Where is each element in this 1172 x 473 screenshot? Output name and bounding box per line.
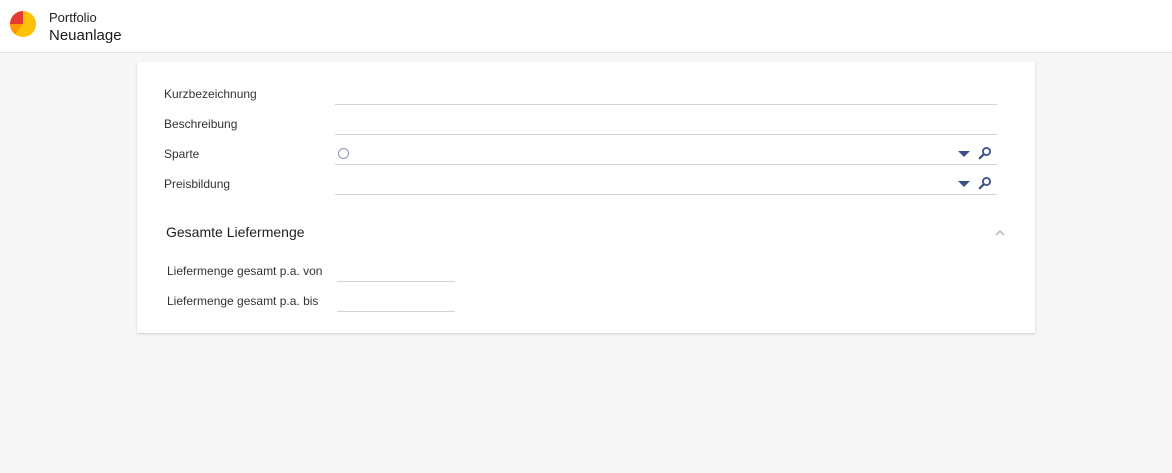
beschreibung-underline (335, 134, 997, 135)
field-label-sparte: Sparte (164, 147, 200, 161)
app-title: Portfolio (49, 10, 97, 25)
chevron-up-icon[interactable] (994, 228, 1006, 238)
sparte-dropdown-icon[interactable] (957, 148, 971, 160)
preisbildung-input[interactable] (335, 173, 935, 193)
preisbildung-search-icon[interactable] (978, 176, 992, 190)
sparte-search-icon[interactable] (978, 146, 992, 160)
liefermenge-von-input[interactable] (337, 260, 453, 280)
liefermenge-von-underline (337, 281, 455, 282)
field-label-beschreibung: Beschreibung (164, 117, 238, 131)
liefermenge-bis-input[interactable] (337, 290, 453, 310)
form-card: Kurzbezeichnung Beschreibung Sparte Prei… (137, 62, 1035, 333)
field-label-kurzbezeichnung: Kurzbezeichnung (164, 87, 257, 101)
beschreibung-input[interactable] (335, 113, 995, 133)
field-label-liefermenge-bis: Liefermenge gesamt p.a. bis (167, 294, 319, 308)
sparte-input[interactable] (353, 143, 953, 163)
preisbildung-underline (335, 194, 997, 195)
field-label-preisbildung: Preisbildung (164, 177, 231, 191)
sparte-radio-icon[interactable] (338, 148, 349, 159)
kurzbezeichnung-underline (335, 104, 997, 105)
field-label-liefermenge-von: Liefermenge gesamt p.a. von (167, 264, 323, 278)
sparte-underline (335, 164, 997, 165)
pie-chart-icon (10, 11, 36, 37)
section-title-liefermenge: Gesamte Liefermenge (166, 224, 305, 240)
liefermenge-bis-underline (337, 311, 455, 312)
page-title: Neuanlage (49, 27, 122, 44)
app-header: Portfolio Neuanlage (0, 0, 1172, 53)
preisbildung-dropdown-icon[interactable] (957, 178, 971, 190)
kurzbezeichnung-input[interactable] (335, 83, 995, 103)
